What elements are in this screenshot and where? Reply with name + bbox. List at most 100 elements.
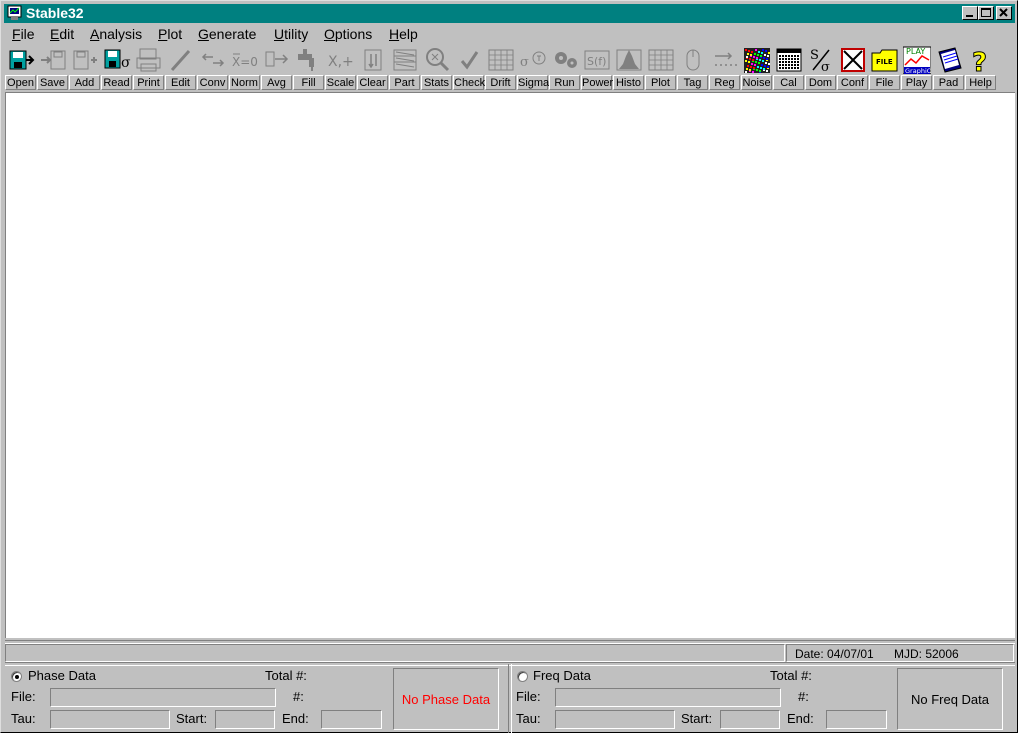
toolbar-label: Plot [645, 75, 676, 90]
toolbar-reg-button[interactable]: Reg [709, 45, 740, 91]
phase-file-field[interactable] [50, 688, 276, 707]
toolbar-label: Help [965, 75, 996, 90]
phase-tau-field[interactable] [50, 710, 170, 729]
toolbar-label: Conv [197, 75, 228, 90]
toolbar-scale-button[interactable]: X,+ Scale [325, 45, 356, 91]
toolbar-conf-button[interactable]: Conf [837, 45, 868, 91]
workspace-area [5, 92, 1015, 638]
save-icon [41, 50, 66, 70]
toolbar-add-button[interactable]: Add [69, 45, 100, 91]
app-window: Stable32 File Edit Analysis Plot Generat… [0, 0, 1018, 733]
toolbar-dom-button[interactable]: Sσ Dom [805, 45, 836, 91]
menu-file[interactable]: File [12, 26, 35, 42]
close-button[interactable] [996, 6, 1012, 20]
toolbar-label: Part [389, 75, 420, 90]
toolbar-stats-button[interactable]: Stats [421, 45, 452, 91]
scale-icon: X,+ [328, 54, 354, 70]
toolbar-label: Check [453, 75, 486, 90]
freq-data-radio[interactable] [517, 671, 528, 682]
folder-file-icon: FILE [871, 49, 898, 72]
status-mjd: MJD: 52006 [894, 647, 959, 661]
title-bar[interactable]: Stable32 [4, 4, 1015, 23]
menu-analysis[interactable]: Analysis [90, 26, 142, 42]
freq-end-label: End: [787, 711, 814, 726]
toolbar-label: Add [69, 75, 100, 90]
toolbar-part-button[interactable]: Part [389, 45, 420, 91]
calendar-icon [776, 48, 802, 72]
regression-icon [715, 52, 737, 66]
toolbar-read-button[interactable]: σ Read [101, 45, 132, 91]
toolbar-cal-button[interactable]: Cal [773, 45, 804, 91]
phase-end-field[interactable] [321, 710, 382, 729]
toolbar-label: Reg [709, 75, 740, 90]
toolbar-tag-button[interactable]: Tag [677, 45, 708, 91]
toolbar-open-button[interactable]: Open [5, 45, 36, 91]
status-bar: Date: 04/07/01 MJD: 52006 [5, 644, 1015, 663]
toolbar-noise-button[interactable]: Noise [741, 45, 772, 91]
toolbar-pad-button[interactable]: Pad [933, 45, 964, 91]
toolbar-file-button[interactable]: FILE File [869, 45, 900, 91]
freq-start-field[interactable] [720, 710, 780, 729]
phase-status-box: No Phase Data [393, 668, 499, 730]
menu-options[interactable]: Options [324, 26, 372, 42]
toolbar-sigma-button[interactable]: σ Sigma [517, 45, 549, 91]
toolbar-power-button[interactable]: S(f) Power [581, 45, 613, 91]
toolbar-fill-button[interactable]: Fill [293, 45, 324, 91]
toolbar-label: Save [37, 75, 68, 90]
toolbar-save-button[interactable]: Save [37, 45, 68, 91]
drift-grid-icon [488, 49, 514, 71]
close-icon [999, 8, 1008, 17]
toolbar-label: Clear [357, 75, 388, 90]
freq-start-label: Start: [681, 711, 713, 726]
svg-text:?: ? [972, 48, 987, 74]
toolbar-norm-button[interactable]: X=0 Norm [229, 45, 260, 91]
svg-text:X=0: X=0 [232, 55, 258, 69]
faucet-icon [298, 49, 314, 71]
toolbar-drift-button[interactable]: Drift [485, 45, 516, 91]
toolbar-label: Histo [613, 75, 644, 90]
svg-text:σ: σ [121, 55, 131, 71]
app-icon [7, 5, 22, 20]
freq-file-label: File: [516, 689, 541, 704]
toolbar-plot-button[interactable]: Plot [645, 45, 676, 91]
magnifier-icon [426, 48, 450, 72]
toolbar-print-button[interactable]: Print [133, 45, 164, 91]
toolbar-clear-button[interactable]: Clear [357, 45, 388, 91]
toolbar-label: Scale [325, 75, 356, 90]
toolbar-conv-button[interactable]: Conv [197, 45, 228, 91]
minimize-button[interactable] [962, 6, 978, 20]
toolbar-edit-button[interactable]: Edit [165, 45, 196, 91]
notepad-icon [938, 47, 962, 73]
phase-data-radio[interactable] [11, 671, 22, 682]
freq-tau-field[interactable] [555, 710, 675, 729]
toolbar-play-button[interactable]: PLAY GraphiC Play [901, 45, 932, 91]
menu-bar: File Edit Analysis Plot Generate Utility… [4, 24, 1015, 44]
toolbar-avg-button[interactable]: Avg [261, 45, 292, 91]
phase-start-field[interactable] [215, 710, 275, 729]
menu-plot[interactable]: Plot [158, 26, 182, 42]
read-sigma-icon: σ [104, 49, 131, 71]
checkmark-icon [460, 51, 479, 70]
minimize-icon [966, 15, 973, 17]
toolbar-help-button[interactable]: ? Help [965, 45, 996, 91]
menu-generate[interactable]: Generate [198, 26, 256, 42]
menu-utility[interactable]: Utility [274, 26, 308, 42]
maximize-icon [981, 8, 991, 17]
freq-file-field[interactable] [555, 688, 781, 707]
toolbar-histo-button[interactable]: Histo [613, 45, 644, 91]
toolbar-label: Norm [229, 75, 260, 90]
toolbar-label: Dom [805, 75, 836, 90]
maximize-button[interactable] [978, 6, 994, 20]
menu-edit[interactable]: Edit [50, 26, 74, 42]
plot-grid-icon [648, 49, 674, 71]
freq-end-field[interactable] [826, 710, 887, 729]
clear-icon [364, 49, 382, 71]
convert-arrows-icon [201, 53, 225, 67]
phase-tau-label: Tau: [11, 711, 36, 726]
power-sf-icon: S(f) [584, 50, 610, 70]
sigma-tau-icon: σ [520, 51, 546, 70]
toolbar-run-button[interactable]: Run [549, 45, 580, 91]
toolbar-label: Stats [421, 75, 452, 90]
toolbar-check-button[interactable]: Check [453, 45, 486, 91]
menu-help[interactable]: Help [389, 26, 418, 42]
